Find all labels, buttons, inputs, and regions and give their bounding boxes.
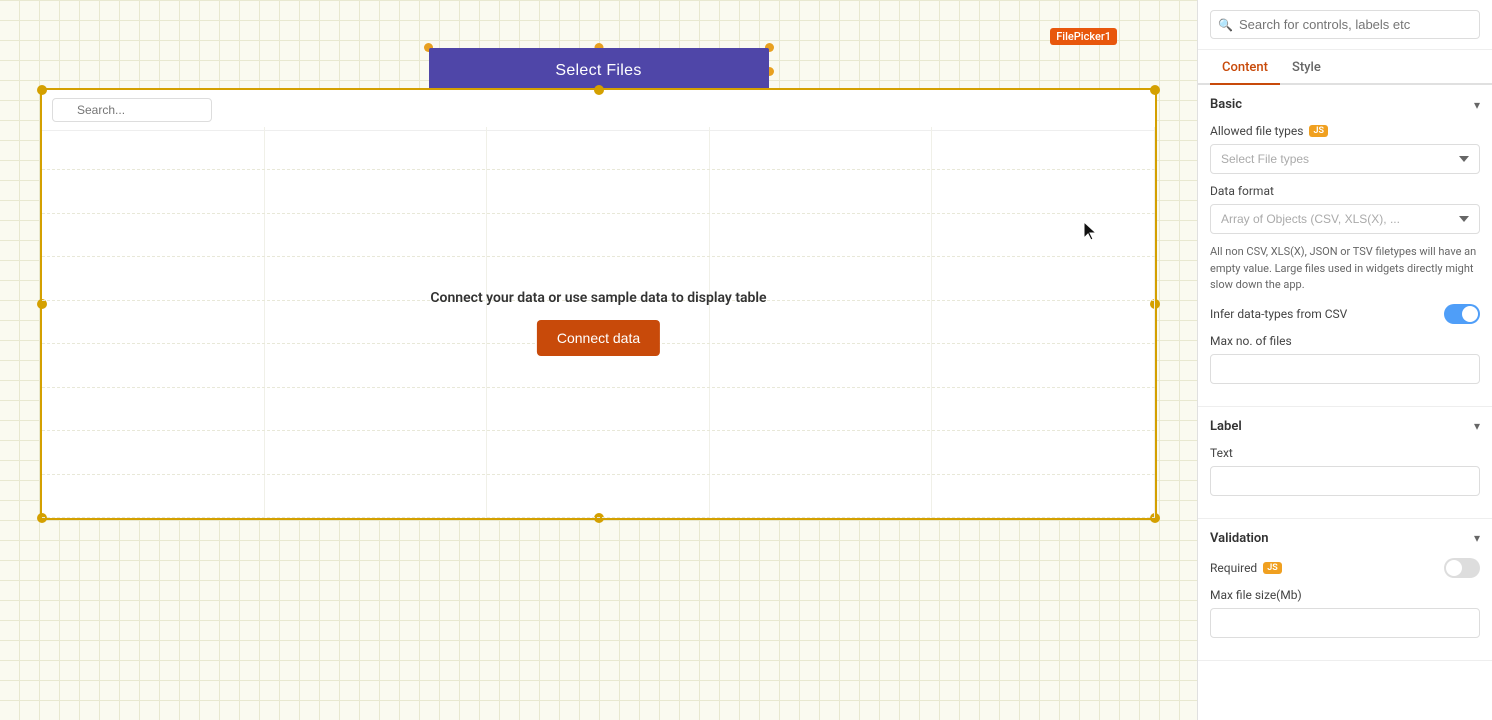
row-line-9 <box>42 475 1155 518</box>
section-label-title: Label <box>1210 419 1242 434</box>
row-line-2 <box>42 170 1155 213</box>
section-basic: Basic ▾ Allowed file types JS Select Fil… <box>1198 85 1492 407</box>
section-validation-header: Validation ▾ <box>1210 531 1480 546</box>
data-format-label: Data format <box>1210 184 1480 198</box>
search-wrapper: 🔍 <box>52 98 212 122</box>
table-search-input[interactable] <box>52 98 212 122</box>
section-basic-header: Basic ▾ <box>1210 97 1480 112</box>
infer-csv-toggle[interactable] <box>1444 304 1480 324</box>
connect-data-button[interactable]: Connect data <box>537 320 660 356</box>
data-format-hint: All non CSV, XLS(X), JSON or TSV filetyp… <box>1210 244 1480 294</box>
data-format-select[interactable]: Array of Objects (CSV, XLS(X), ... <box>1210 204 1480 234</box>
infer-csv-label: Infer data-types from CSV <box>1210 307 1347 321</box>
table-handle-tr <box>1150 85 1160 95</box>
section-validation-title: Validation <box>1210 531 1269 546</box>
section-validation-chevron-icon[interactable]: ▾ <box>1474 531 1480 545</box>
panel-search-input[interactable] <box>1210 10 1480 39</box>
empty-state-text: Connect your data or use sample data to … <box>430 290 766 306</box>
max-files-input[interactable]: 1 <box>1210 354 1480 384</box>
max-file-size-input[interactable]: 5 <box>1210 608 1480 638</box>
right-panel: 🔍 Content Style Basic ▾ Allowed file typ… <box>1197 0 1492 720</box>
allowed-file-types-select[interactable]: Select File types <box>1210 144 1480 174</box>
label-text-label: Text <box>1210 446 1480 460</box>
table-search-bar: 🔍 <box>42 90 1155 131</box>
row-line-3 <box>42 214 1155 257</box>
section-label-header: Label ▾ <box>1210 419 1480 434</box>
label-text-input[interactable]: Select Files <box>1210 466 1480 496</box>
section-label: Label ▾ Text Select Files <box>1198 407 1492 519</box>
canvas-area: FilePicker1 Select Files 🔍 <box>0 0 1197 720</box>
panel-tabs: Content Style <box>1198 50 1492 85</box>
max-file-size-label: Max file size(Mb) <box>1210 588 1480 602</box>
row-line-8 <box>42 431 1155 474</box>
section-basic-title: Basic <box>1210 97 1242 112</box>
panel-search-icon: 🔍 <box>1218 18 1233 32</box>
table-empty-state: Connect your data or use sample data to … <box>430 290 766 356</box>
section-basic-chevron-icon[interactable]: ▾ <box>1474 98 1480 112</box>
section-validation: Validation ▾ Required JS Max file size(M… <box>1198 519 1492 661</box>
row-line-7 <box>42 388 1155 431</box>
tab-style[interactable]: Style <box>1280 50 1333 85</box>
table-widget: 🔍 <box>40 88 1157 520</box>
table-body: Connect your data or use sample data to … <box>42 127 1155 518</box>
js-badge-file-types: JS <box>1309 125 1328 137</box>
required-toggle[interactable] <box>1444 558 1480 578</box>
allowed-file-types-label: Allowed file types JS <box>1210 124 1480 138</box>
widget-label: FilePicker1 <box>1050 28 1117 45</box>
required-row: Required JS <box>1210 558 1480 578</box>
max-files-label: Max no. of files <box>1210 334 1480 348</box>
table-handle-tc <box>594 85 604 95</box>
infer-csv-row: Infer data-types from CSV <box>1210 304 1480 324</box>
row-line-1 <box>42 127 1155 170</box>
js-badge-required: JS <box>1263 562 1282 574</box>
tab-content[interactable]: Content <box>1210 50 1280 85</box>
panel-search-wrapper: 🔍 <box>1210 10 1480 39</box>
panel-search-bar: 🔍 <box>1198 0 1492 50</box>
required-label: Required JS <box>1210 561 1282 575</box>
table-handle-tl <box>37 85 47 95</box>
section-label-chevron-icon[interactable]: ▾ <box>1474 419 1480 433</box>
